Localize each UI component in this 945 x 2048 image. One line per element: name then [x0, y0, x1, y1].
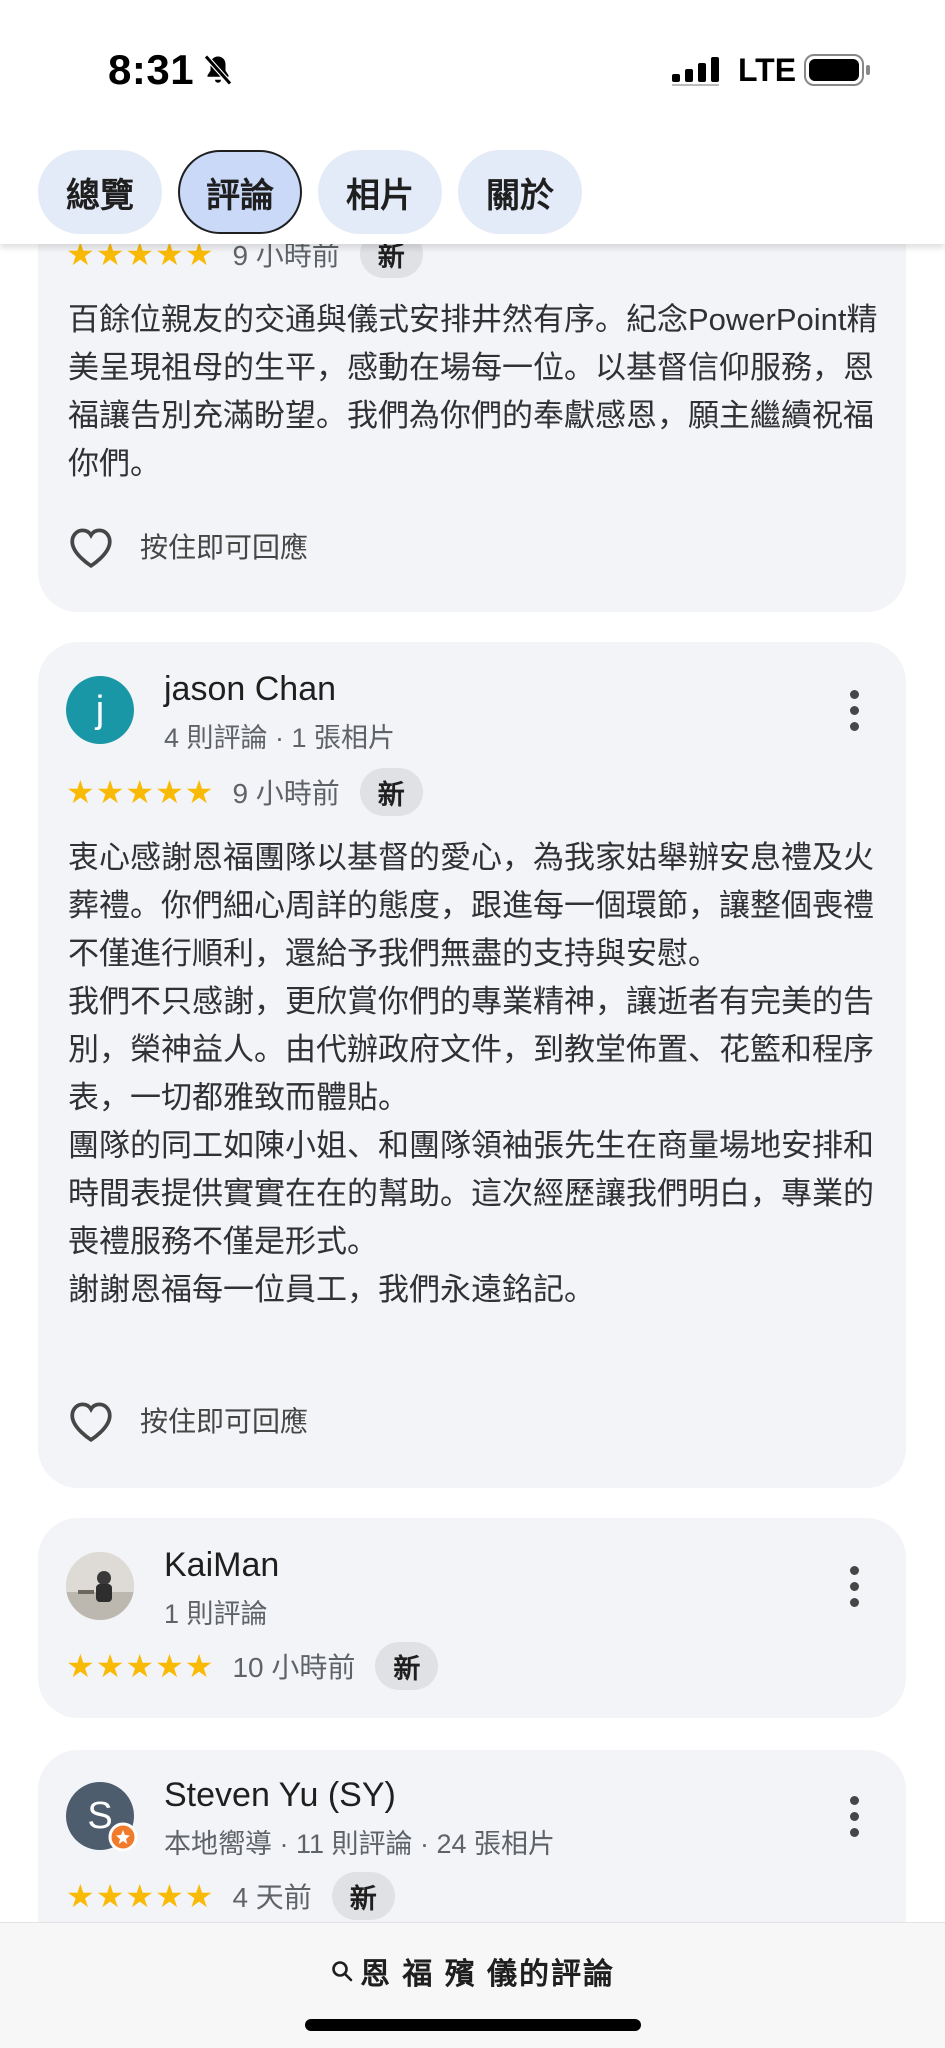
- search-icon: [332, 1961, 353, 1982]
- reviewer-name[interactable]: Steven Yu (SY): [164, 1776, 396, 1815]
- new-badge: 新: [359, 768, 423, 816]
- bottom-title-text: 恩 福 殯 儀的評論: [359, 1958, 615, 1991]
- bottom-search-title[interactable]: 恩 福 殯 儀的評論: [0, 1949, 945, 1993]
- more-options-button[interactable]: [832, 678, 876, 742]
- tab-reviews[interactable]: 評論: [178, 150, 302, 234]
- reviewer-name[interactable]: KaiMan: [164, 1546, 279, 1585]
- star-rating: ★★★★★: [66, 1878, 215, 1914]
- more-options-button[interactable]: [832, 1554, 876, 1618]
- bottom-bar[interactable]: 恩 福 殯 儀的評論: [0, 1922, 945, 2048]
- like-button[interactable]: 按住即可回應: [66, 1394, 308, 1446]
- new-badge: 新: [375, 1642, 439, 1690]
- battery-icon: [804, 54, 870, 86]
- avatar-photo: [66, 1552, 134, 1620]
- local-guide-badge-icon: [108, 1822, 138, 1852]
- rating-row: ★★★★★ 4 天前 新: [66, 1872, 395, 1920]
- review-text: 百餘位親友的交通與儀式安排井然有序。紀念PowerPoint精美呈現祖母的生平，…: [68, 302, 878, 481]
- network-type: LTE: [738, 52, 797, 88]
- review-time: 9 小時前: [232, 778, 340, 809]
- signal-icon: [672, 57, 719, 86]
- bell-muted-icon: [204, 54, 232, 86]
- star-rating: ★★★★★: [66, 1648, 215, 1684]
- star-rating: ★★★★★: [66, 774, 215, 810]
- like-label: 按住即可回應: [140, 1406, 309, 1437]
- review-time: 10 小時前: [232, 1652, 356, 1683]
- avatar-letter: j: [95, 688, 105, 731]
- reviewer-meta: 本地嚮導 · 11 則評論 · 24 張相片: [164, 1829, 556, 1859]
- reviewer-meta: 1 則評論: [164, 1599, 268, 1629]
- reviewer-name[interactable]: jason Chan: [164, 670, 336, 709]
- rating-row: ★★★★★ 9 小時前 新: [66, 768, 423, 816]
- status-time: 8:31: [108, 46, 195, 93]
- review-time: 4 天前: [232, 1882, 312, 1913]
- review-text: 衷心感謝恩福團隊以基督的愛心，為我家姑舉辦安息禮及火葬禮。你們細心周詳的態度，跟…: [68, 840, 874, 1307]
- tab-photos[interactable]: 相片: [318, 150, 442, 234]
- tab-about[interactable]: 關於: [458, 150, 582, 234]
- review-card: KaiMan 1 則評論 ★★★★★ 10 小時前 新: [38, 1518, 906, 1718]
- avatar[interactable]: [66, 1552, 134, 1620]
- more-options-button[interactable]: [832, 1784, 876, 1848]
- reviewer-meta: 4 則評論 · 1 張相片: [164, 723, 396, 753]
- home-indicator[interactable]: [305, 2019, 641, 2031]
- like-label: 按住即可回應: [140, 532, 309, 563]
- heart-icon: [70, 1402, 112, 1443]
- new-badge: 新: [331, 1872, 395, 1920]
- review-card: j jason Chan 4 則評論 · 1 張相片 ★★★★★ 9 小時前 新…: [38, 642, 906, 1488]
- tab-bar: 總覽 評論 相片 關於: [0, 140, 945, 244]
- status-bar: 8:31 LTE: [0, 0, 945, 140]
- rating-row: ★★★★★ 10 小時前 新: [66, 1642, 439, 1690]
- avatar[interactable]: S: [66, 1782, 138, 1852]
- tab-overview[interactable]: 總覽: [38, 150, 162, 234]
- heart-icon: [70, 528, 112, 569]
- avatar[interactable]: j: [66, 676, 134, 744]
- like-button[interactable]: 按住即可回應: [66, 520, 308, 572]
